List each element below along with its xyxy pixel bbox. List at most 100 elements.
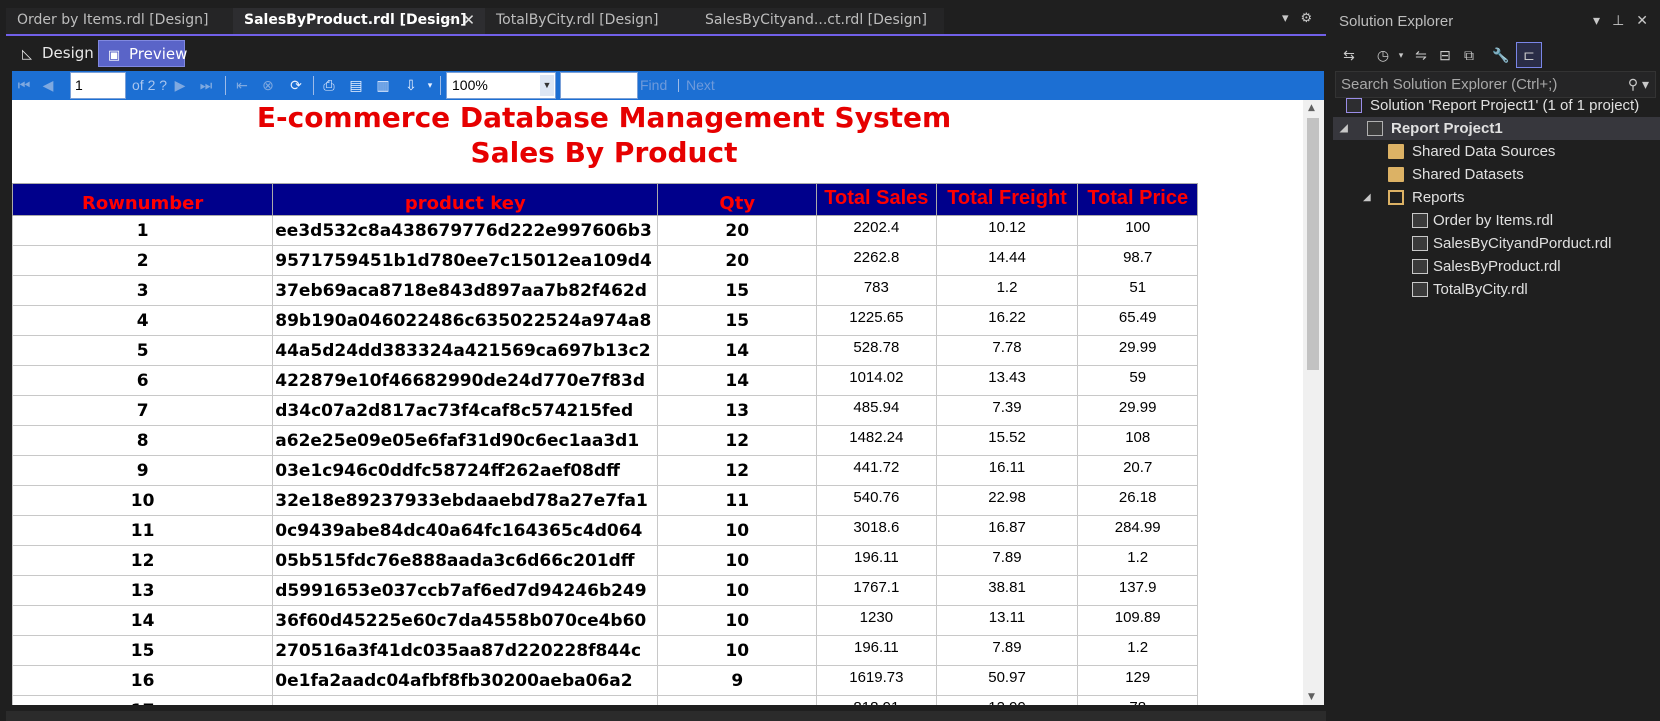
qty-cell: 13 (657, 395, 818, 426)
row-number-cell: 16 (12, 665, 274, 696)
total-freight-cell: 15.52 (935, 425, 1079, 456)
design-button[interactable]: ◺ Design (12, 40, 96, 67)
close-icon[interactable]: ✕ (1636, 12, 1648, 29)
page-number-input[interactable]: 1 (70, 72, 126, 99)
toolbar-separator (225, 76, 226, 95)
column-header-total-price: Total Price (1077, 183, 1198, 216)
tree-item-sales-by-city-and-product[interactable]: SalesByCityandPorduct.rdl (1333, 232, 1660, 255)
scroll-up-icon[interactable]: ▲ (1308, 103, 1315, 113)
sales-by-product-table: Rownumber product key Qty Total Sales To… (12, 183, 1198, 705)
tree-item-order-by-items[interactable]: Order by Items.rdl (1333, 209, 1660, 232)
total-price-cell: 59 (1077, 365, 1198, 396)
table-row: 14 36f60d45225e60c7da4558b070ce4b60 10 1230… (12, 605, 1198, 636)
scroll-down-icon[interactable]: ▼ (1308, 692, 1315, 702)
total-sales-cell: 1014.02 (816, 365, 937, 396)
stop-icon[interactable]: ⊗ (258, 75, 278, 95)
next-page-icon[interactable]: ▶ (170, 75, 190, 95)
chevron-down-icon[interactable]: ▾ (1593, 12, 1600, 29)
tree-item-sales-by-product[interactable]: SalesByProduct.rdl (1333, 255, 1660, 278)
table-row: 12 05b515fdc76e888aada3c6d66c201dff 10 196.… (12, 545, 1198, 576)
report-vertical-scrollbar[interactable]: ▲ ▼ (1303, 100, 1324, 705)
product-key-cell: d5991653e037ccb7af6ed7d94246b249 (272, 575, 659, 606)
back-icon[interactable]: ⇤ (232, 75, 252, 95)
tab-label: SalesByCityand...ct.rdl [Design] (705, 12, 927, 28)
preview-selected-icon[interactable]: ⊏ (1516, 42, 1542, 68)
collapse-all-icon[interactable]: ⊟ (1435, 45, 1455, 65)
tree-item-solution[interactable]: Solution 'Report Project1' (1 of 1 proje… (1333, 94, 1660, 117)
total-price-cell: 284.99 (1077, 515, 1198, 546)
history-icon[interactable]: ◷ (1373, 45, 1393, 65)
previous-page-icon[interactable]: ◀ (38, 75, 58, 95)
total-freight-cell: 7.78 (935, 335, 1079, 366)
tab-order-by-items[interactable]: Order by Items.rdl [Design] (6, 8, 233, 34)
tree-item-shared-data-sources[interactable]: Shared Data Sources (1333, 140, 1660, 163)
qty-cell: 15 (657, 305, 818, 336)
qty-cell: 10 (657, 605, 818, 636)
print-icon[interactable]: ⎙ (319, 75, 339, 95)
tab-sales-by-city-and-product[interactable]: SalesByCityand...ct.rdl [Design] (694, 8, 944, 34)
sync-icon[interactable]: ⇋ (1411, 45, 1431, 65)
print-layout-icon[interactable]: ▤ (346, 75, 366, 95)
scrollbar-thumb[interactable] (1307, 118, 1319, 370)
table-row: 8 a62e25e09e05e6faf31d90c6ec1aa3d1 12 1482.… (12, 425, 1198, 456)
table-row: 4 89b190a046022486c635022524a974a8 15 1225.… (12, 305, 1198, 336)
table-row: 10 32e18e89237933ebdaaebd78a27e7fa1 11 540.… (12, 485, 1198, 516)
product-key-cell: 9571759451b1d780ee7c15012ea109d4 (272, 245, 659, 276)
tree-item-reports[interactable]: ◢ Reports (1333, 186, 1660, 209)
report-canvas: E-commerce Database Management System Sa… (12, 100, 1315, 705)
total-price-cell: 26.18 (1077, 485, 1198, 516)
pin-icon[interactable]: ⊣ (445, 8, 455, 33)
find-button[interactable]: Find (640, 77, 667, 93)
expand-icon[interactable]: ◢ (1340, 117, 1348, 140)
tab-sales-by-product[interactable]: SalesByProduct.rdl [Design] ⊣ ✕ (233, 8, 485, 34)
preview-button[interactable]: ▣ Preview (98, 40, 187, 67)
total-sales-cell: 485.94 (816, 395, 937, 426)
total-sales-cell: 3018.6 (816, 515, 937, 546)
export-icon[interactable]: ⇩ (401, 75, 421, 95)
total-price-cell: 1.2 (1077, 545, 1198, 576)
expand-icon[interactable]: ◢ (1363, 186, 1371, 209)
chevron-down-icon[interactable]: ▾ (420, 75, 440, 95)
tree-item-label: Order by Items.rdl (1433, 212, 1554, 229)
tree-item-report-project[interactable]: ◢ Report Project1 (1333, 117, 1660, 140)
total-freight-cell: 13.43 (935, 365, 1079, 396)
document-tab-strip: Order by Items.rdl [Design] SalesByProdu… (6, 8, 1327, 35)
refresh-icon[interactable]: ⟳ (286, 75, 306, 95)
total-price-cell: 29.99 (1077, 395, 1198, 426)
qty-cell: 10 (657, 575, 818, 606)
total-freight-cell: 16.11 (935, 455, 1079, 486)
total-price-cell: 1.2 (1077, 635, 1198, 666)
tree-item-total-by-city[interactable]: TotalByCity.rdl (1333, 278, 1660, 301)
folder-icon (1388, 167, 1404, 182)
first-page-icon[interactable]: ⏮ (14, 75, 34, 95)
close-icon[interactable]: ✕ (462, 8, 475, 33)
find-text-input[interactable] (560, 72, 638, 99)
tab-total-by-city[interactable]: TotalByCity.rdl [Design] (485, 8, 694, 34)
product-key-cell: d34c07a2d817ac73f4caf8c574215fed (272, 395, 659, 426)
qty-cell: 20 (657, 215, 818, 246)
solution-explorer-toolbar: ⇆ ◷ ▾ ⇋ ⊟ ⧉ 🔧 ⊏ (1333, 39, 1660, 69)
row-number-cell: 12 (12, 545, 274, 576)
tree-item-shared-datasets[interactable]: Shared Datasets (1333, 163, 1660, 186)
product-key-cell: 05b515fdc76e888aada3c6d66c201dff (272, 545, 659, 576)
gear-icon[interactable]: ⚙ (1301, 11, 1313, 26)
chevron-down-icon[interactable]: ▼ (540, 75, 554, 96)
find-next-button[interactable]: Next (686, 77, 715, 93)
chevron-down-icon[interactable]: ▾ (1391, 45, 1411, 65)
pin-icon[interactable]: ⊥ (1612, 12, 1624, 29)
qty-cell: 10 (657, 545, 818, 576)
row-number-cell: 10 (12, 485, 274, 516)
total-sales-cell: 196.11 (816, 545, 937, 576)
tree-item-label: Report Project1 (1391, 120, 1503, 137)
properties-icon[interactable]: 🔧 (1491, 45, 1511, 65)
show-all-files-icon[interactable]: ⧉ (1459, 45, 1479, 65)
product-key-cell (272, 695, 659, 705)
total-freight-cell: 16.87 (935, 515, 1079, 546)
last-page-icon[interactable]: ⏭ (196, 75, 216, 95)
solution-icon (1346, 98, 1362, 113)
zoom-select[interactable]: 100% ▼ (446, 72, 556, 99)
switch-views-icon[interactable]: ⇆ (1339, 45, 1359, 65)
chevron-down-icon[interactable]: ▾ (1282, 11, 1289, 26)
page-setup-icon[interactable]: ▥ (373, 75, 393, 95)
design-label: Design (42, 44, 94, 62)
